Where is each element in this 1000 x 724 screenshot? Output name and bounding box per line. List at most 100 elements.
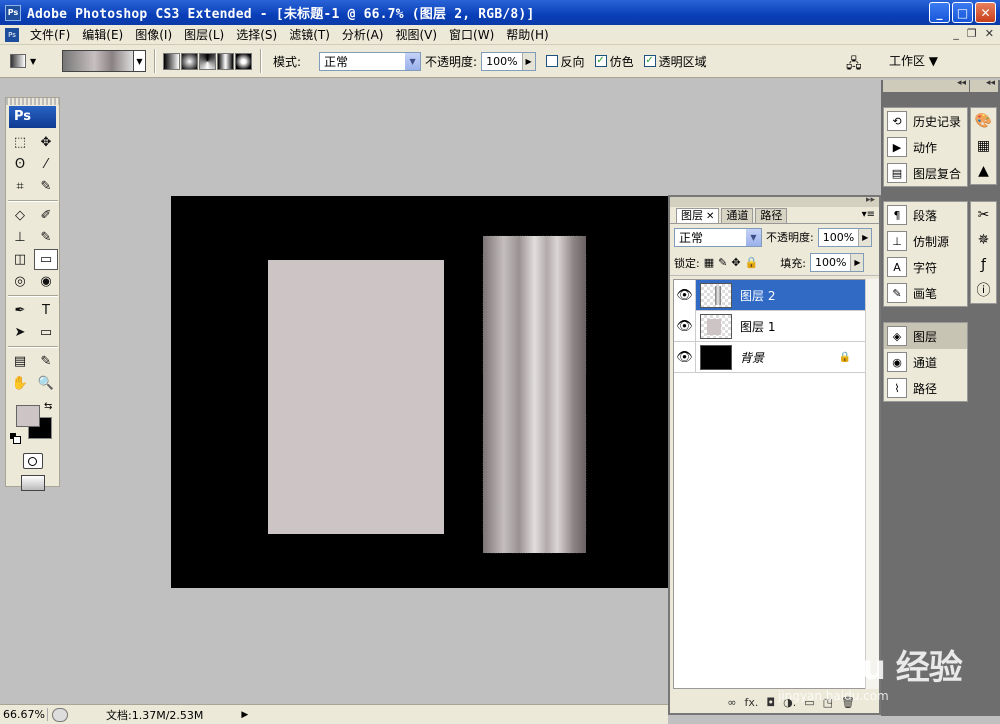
collapse-icon[interactable]: ◂◂: [957, 78, 966, 88]
menu-edit[interactable]: 编辑(E): [76, 26, 129, 43]
zoom-level[interactable]: 66.67%: [0, 708, 48, 721]
doc-close-button[interactable]: ✕: [985, 27, 994, 40]
lasso-tool-icon[interactable]: ʘ: [8, 154, 32, 175]
pen-tool-icon[interactable]: ✒: [8, 300, 32, 321]
menu-layer[interactable]: 图层(L): [178, 26, 230, 43]
menu-image[interactable]: 图像(I): [129, 26, 178, 43]
linear-gradient-button[interactable]: [163, 52, 180, 70]
status-info-icon[interactable]: [52, 707, 68, 722]
layer-thumbnail[interactable]: [700, 344, 732, 370]
opacity-input[interactable]: 100% ▶: [481, 51, 536, 71]
move-tool-icon[interactable]: ✥: [34, 132, 58, 153]
brush-tool-icon[interactable]: ✐: [34, 205, 58, 226]
quick-mask-button[interactable]: [22, 453, 43, 469]
app-menu-icon[interactable]: Ps: [5, 27, 19, 42]
dock-history[interactable]: ⟲ 历史记录: [884, 108, 967, 134]
swatches-icon[interactable]: ▦: [972, 134, 995, 158]
doc-restore-button[interactable]: ❐: [967, 27, 977, 40]
dock-header-icons[interactable]: ◂◂: [970, 78, 998, 92]
ps-logo[interactable]: Ps: [9, 106, 56, 128]
lock-position-icon[interactable]: ✥: [731, 256, 740, 269]
mode-select[interactable]: 正常 ▼: [319, 51, 422, 71]
zoom-tool-icon[interactable]: 🔍: [34, 373, 58, 394]
layer-thumbnail[interactable]: [700, 282, 732, 308]
path-selection-tool-icon[interactable]: ➤: [8, 322, 32, 343]
menu-filter[interactable]: 滤镜(T): [283, 26, 336, 43]
healing-brush-tool-icon[interactable]: ◇: [8, 205, 32, 226]
bridge-icon[interactable]: 🖧: [846, 53, 868, 72]
dodge-tool-icon[interactable]: ◉: [34, 271, 58, 292]
magic-wand-tool-icon[interactable]: ⁄: [34, 154, 58, 175]
checkbox-checked-icon[interactable]: ✓: [643, 55, 656, 67]
tab-paths[interactable]: 路径: [755, 208, 788, 223]
menu-file[interactable]: 文件(F): [24, 26, 76, 43]
foreground-color-swatch[interactable]: [16, 405, 40, 427]
tool-preset-picker[interactable]: ▼: [10, 49, 54, 73]
layer-name[interactable]: 图层 1: [740, 318, 775, 335]
collapse-icon[interactable]: ▸▸: [866, 195, 875, 205]
doc-minimize-button[interactable]: _: [953, 27, 959, 40]
styles-icon[interactable]: ▲: [972, 159, 995, 183]
color-palette-icon[interactable]: 🎨: [972, 109, 995, 133]
clone-stamp-tool-icon[interactable]: ⊥: [8, 227, 32, 248]
layer-name[interactable]: 图层 2: [740, 287, 775, 304]
menu-select[interactable]: 选择(S): [230, 26, 283, 43]
shape-tool-icon[interactable]: ▭: [34, 322, 58, 343]
layer-row-layer-1[interactable]: 👁 图层 1: [674, 310, 865, 342]
dock-clone-source[interactable]: ⊥ 仿制源: [884, 228, 967, 254]
eyedropper-tool-icon[interactable]: ✎: [34, 351, 58, 372]
layer-row-layer-2[interactable]: 👁 图层 2: [674, 279, 865, 311]
menu-analysis[interactable]: 分析(A): [336, 26, 390, 43]
status-menu-arrow-icon[interactable]: ▶: [241, 710, 248, 720]
gradient-tool-icon[interactable]: ▭: [34, 249, 58, 270]
dock-paragraph[interactable]: ¶ 段落: [884, 202, 967, 228]
hand-tool-icon[interactable]: ✋: [8, 373, 32, 394]
menu-view[interactable]: 视图(V): [389, 26, 443, 43]
menu-window[interactable]: 窗口(W): [443, 26, 500, 43]
close-button[interactable]: ✕: [975, 2, 996, 23]
layer-opacity-input[interactable]: 100% ▶: [817, 227, 873, 247]
tool-presets-icon[interactable]: ✂: [972, 203, 995, 227]
checkbox-unchecked-icon[interactable]: [545, 55, 558, 67]
dock-header[interactable]: ◂◂: [883, 78, 969, 92]
link-layers-icon[interactable]: ∞: [727, 696, 736, 709]
crop-tool-icon[interactable]: ⌗: [8, 176, 32, 197]
default-colors-icon[interactable]: [10, 433, 21, 444]
eye-icon[interactable]: 👁: [674, 310, 696, 342]
blend-mode-select[interactable]: 正常 ▼: [674, 227, 762, 247]
swap-colors-icon[interactable]: ⇆: [44, 401, 52, 412]
layer-style-icon[interactable]: fx.: [745, 696, 759, 709]
selection-marquee[interactable]: [482, 235, 587, 554]
toolbox-grip[interactable]: [6, 98, 59, 105]
chevron-right-icon[interactable]: ▶: [521, 52, 535, 70]
dither-checkbox[interactable]: ✓ 仿色: [594, 53, 634, 70]
slice-tool-icon[interactable]: ✎: [34, 176, 58, 197]
minimize-button[interactable]: _: [929, 2, 950, 23]
history-brush-tool-icon[interactable]: ✎: [34, 227, 58, 248]
maximize-button[interactable]: □: [952, 2, 973, 23]
gradient-picker[interactable]: ▼: [62, 50, 146, 72]
dock-paths[interactable]: ⌇ 路径: [884, 375, 967, 401]
reflected-gradient-button[interactable]: [217, 52, 234, 70]
workspace-button[interactable]: 工作区 ▼: [889, 52, 938, 69]
panel-menu-icon[interactable]: ▾≡: [862, 209, 875, 220]
layer-row-background[interactable]: 👁 背景 🔒: [674, 341, 865, 373]
menu-help[interactable]: 帮助(H): [500, 26, 554, 43]
type-tool-icon[interactable]: T: [34, 300, 58, 321]
dock-actions[interactable]: ▶ 动作: [884, 134, 967, 160]
dock-layers[interactable]: ◈ 图层: [884, 323, 967, 349]
chevron-down-icon[interactable]: ▼: [133, 51, 145, 71]
histogram-icon[interactable]: ƒ: [972, 253, 995, 277]
dock-character[interactable]: A 字符: [884, 254, 967, 280]
lock-transparency-icon[interactable]: ▦: [704, 256, 714, 269]
dock-channels[interactable]: ◉ 通道: [884, 349, 967, 375]
lock-image-icon[interactable]: ✎: [718, 256, 727, 269]
marquee-tool-icon[interactable]: ⬚: [8, 132, 32, 153]
reverse-checkbox[interactable]: 反向: [545, 53, 585, 70]
eraser-tool-icon[interactable]: ◫: [8, 249, 32, 270]
chevron-right-icon[interactable]: ▶: [850, 254, 864, 271]
checkbox-checked-icon[interactable]: ✓: [594, 55, 607, 67]
chevron-right-icon[interactable]: ▶: [858, 228, 872, 246]
dock-layer-comps[interactable]: ▤ 图层复合: [884, 160, 967, 186]
collapse-icon[interactable]: ◂◂: [986, 78, 995, 88]
